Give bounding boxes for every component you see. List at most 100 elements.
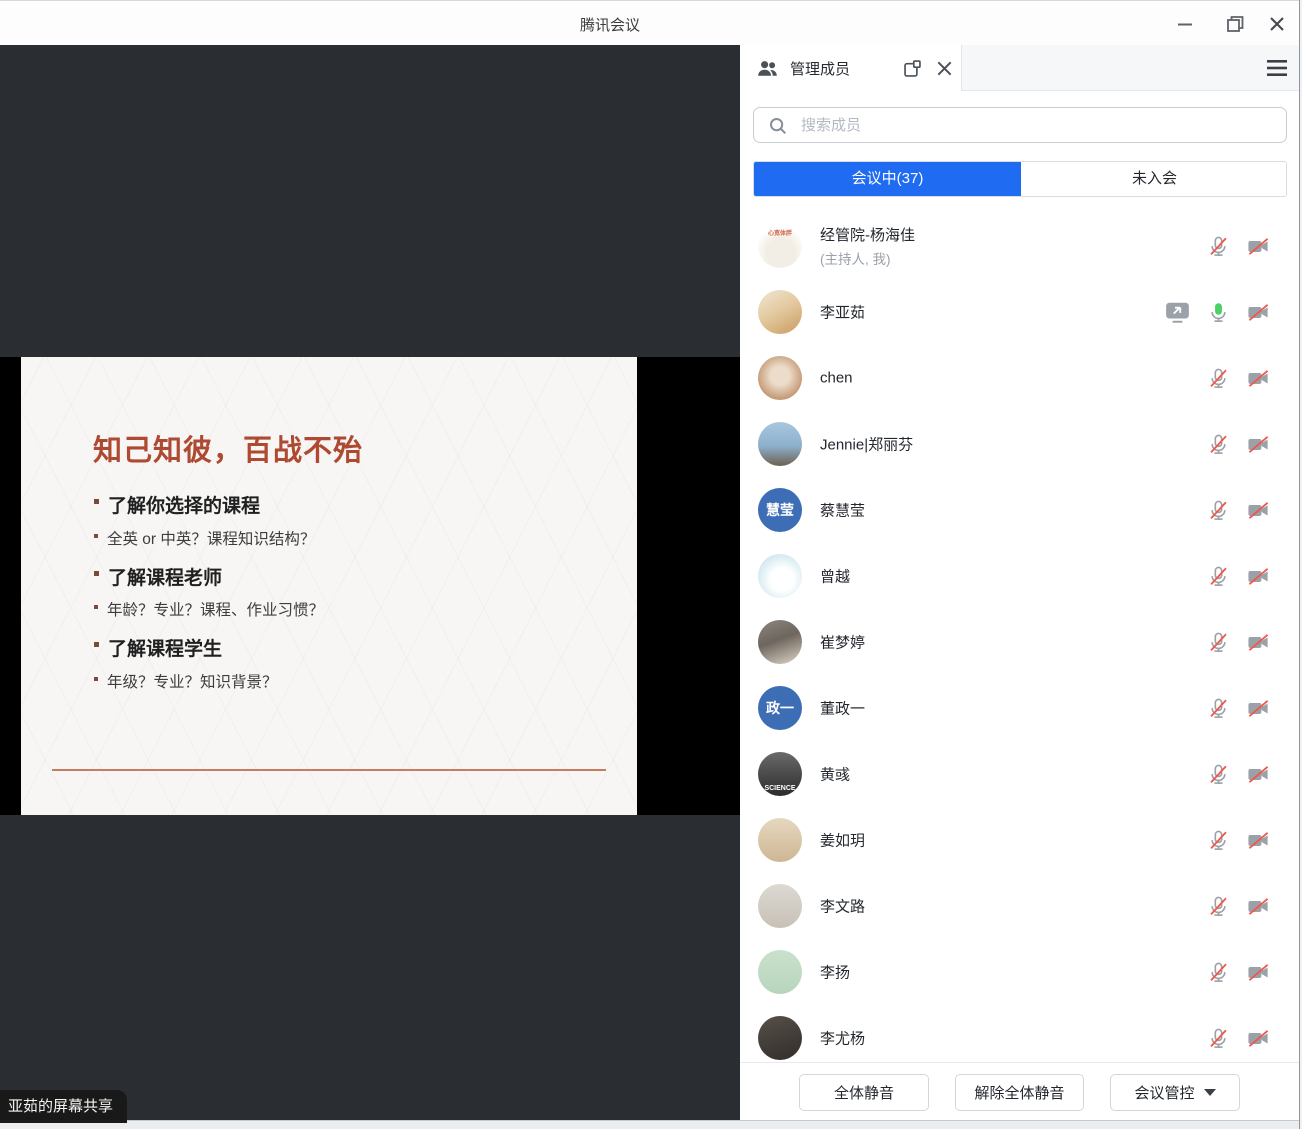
tab-manage-members[interactable]: 管理成员 — [740, 45, 962, 91]
bullet-text: 年龄？专业？课程、作业习惯？ — [107, 602, 324, 619]
member-name: 黄彧 — [820, 764, 850, 785]
mic-icon[interactable] — [1207, 631, 1230, 654]
member-row[interactable]: Jennie|郑丽芬 — [740, 411, 1299, 477]
member-row[interactable]: 李文路 — [740, 873, 1299, 939]
member-row[interactable]: 李扬 — [740, 939, 1299, 1005]
member-status-icons — [1207, 543, 1299, 609]
mute-all-button[interactable]: 全体静音 — [799, 1074, 929, 1111]
camera-off-icon[interactable] — [1246, 499, 1271, 522]
mic-icon[interactable] — [1207, 499, 1230, 522]
tab-not-joined[interactable]: 未入会 — [1021, 162, 1287, 196]
window-bottom-edge — [0, 1121, 1302, 1129]
slide-bullet: 年级？专业？知识背景？ — [107, 670, 278, 692]
close-button[interactable] — [1257, 1, 1297, 46]
member-name: 姜如玥 — [820, 830, 865, 851]
panel-footer: 全体静音 解除全体静音 会议管控 — [740, 1062, 1299, 1121]
popout-icon — [902, 58, 923, 79]
bullet-marker — [94, 534, 98, 538]
member-text: 姜如玥 — [820, 830, 865, 851]
member-list: 心宽体胖 经管院-杨海佳 (主持人, 我) — [740, 197, 1299, 1107]
slide: 知己知彼，百战不殆 了解你选择的课程全英 or 中英？课程知识结构？了解课程老师… — [21, 357, 637, 815]
member-role-label: (主持人, 我) — [820, 248, 915, 268]
avatar — [758, 554, 802, 598]
close-panel-button[interactable] — [932, 56, 956, 80]
minimize-button[interactable] — [1165, 1, 1205, 46]
panel-menu-button[interactable] — [1264, 56, 1290, 80]
mic-icon[interactable] — [1207, 235, 1230, 258]
member-text: 崔梦婷 — [820, 632, 865, 653]
meeting-control-button[interactable]: 会议管控 — [1110, 1074, 1240, 1111]
camera-off-icon[interactable] — [1246, 631, 1271, 654]
mic-icon[interactable] — [1207, 961, 1230, 984]
slide-bullet: 年龄？专业？课程、作业习惯？ — [107, 598, 324, 620]
member-name: 董政一 — [820, 698, 865, 719]
popout-panel-button[interactable] — [900, 56, 924, 80]
member-row[interactable]: SCIENCE 黄彧 — [740, 741, 1299, 807]
camera-off-icon[interactable] — [1246, 829, 1271, 852]
mic-icon[interactable] — [1207, 433, 1230, 456]
mic-icon[interactable] — [1207, 565, 1230, 588]
avatar — [758, 290, 802, 334]
member-row[interactable]: 曾越 — [740, 543, 1299, 609]
member-name: Jennie|郑丽芬 — [820, 434, 913, 455]
slide-divider-line — [52, 769, 606, 771]
avatar — [758, 950, 802, 994]
mic-icon[interactable] — [1207, 1027, 1230, 1050]
member-row[interactable]: 姜如玥 — [740, 807, 1299, 873]
slide-bullet: 了解你选择的课程 — [108, 491, 260, 518]
camera-off-icon[interactable] — [1246, 961, 1271, 984]
camera-off-icon[interactable] — [1246, 697, 1271, 720]
bullet-marker — [94, 571, 99, 576]
member-row[interactable]: 崔梦婷 — [740, 609, 1299, 675]
member-name: 崔梦婷 — [820, 632, 865, 653]
slide-bullet: 全英 or 中英？课程知识结构？ — [107, 527, 315, 549]
camera-off-icon[interactable] — [1246, 1027, 1271, 1050]
panel-title: 管理成员 — [790, 58, 850, 79]
member-status-icons — [1207, 213, 1299, 279]
member-row[interactable]: 政一 董政一 — [740, 675, 1299, 741]
shared-screen-area: 知己知彼，百战不殆 了解你选择的课程全英 or 中英？课程知识结构？了解课程老师… — [0, 45, 740, 1121]
minimize-icon — [1175, 14, 1195, 34]
bullet-text: 年级？专业？知识背景？ — [107, 674, 278, 691]
member-row[interactable]: 李亚茹 — [740, 279, 1299, 345]
member-status-icons — [1207, 411, 1299, 477]
camera-off-icon[interactable] — [1246, 367, 1271, 390]
camera-off-icon[interactable] — [1246, 895, 1271, 918]
member-row[interactable]: 慧莹 蔡慧莹 — [740, 477, 1299, 543]
member-status-icons — [1207, 807, 1299, 873]
search-input[interactable] — [754, 108, 1286, 142]
member-text: 李扬 — [820, 962, 850, 983]
member-name: 李扬 — [820, 962, 850, 983]
mic-icon[interactable] — [1207, 301, 1230, 324]
camera-off-icon[interactable] — [1246, 433, 1271, 456]
mic-icon[interactable] — [1207, 697, 1230, 720]
member-row[interactable]: 心宽体胖 经管院-杨海佳 (主持人, 我) — [740, 213, 1299, 279]
restore-button[interactable] — [1215, 1, 1255, 46]
member-status-icons — [1207, 675, 1299, 741]
bullet-text: 了解课程老师 — [108, 568, 222, 589]
slide-bullet: 了解课程学生 — [108, 634, 222, 661]
camera-off-icon[interactable] — [1246, 565, 1271, 588]
member-name: chen — [820, 370, 853, 387]
avatar: 政一 — [758, 686, 802, 730]
member-row[interactable]: chen — [740, 345, 1299, 411]
bullet-marker — [94, 642, 99, 647]
restore-icon — [1225, 14, 1245, 34]
camera-off-icon[interactable] — [1246, 301, 1271, 324]
camera-off-icon[interactable] — [1246, 763, 1271, 786]
search-box — [753, 107, 1287, 143]
mic-icon[interactable] — [1207, 895, 1230, 918]
avatar — [758, 356, 802, 400]
mic-icon[interactable] — [1207, 367, 1230, 390]
title-bar: 腾讯会议 — [0, 0, 1302, 45]
app-window: 腾讯会议 知己知彼，百战不殆 了解你选择的课程全英 or 中英？课程知识结构？了… — [0, 0, 1302, 1129]
camera-off-icon[interactable] — [1246, 235, 1271, 258]
mic-icon[interactable] — [1207, 829, 1230, 852]
bullet-text: 了解课程学生 — [108, 639, 222, 660]
unmute-all-button[interactable]: 解除全体静音 — [955, 1074, 1084, 1111]
tab-in-meeting[interactable]: 会议中(37) — [754, 162, 1021, 196]
close-icon — [935, 59, 954, 78]
mic-icon[interactable] — [1207, 763, 1230, 786]
meeting-control-label: 会议管控 — [1134, 1082, 1194, 1103]
chevron-down-icon — [1204, 1089, 1216, 1096]
